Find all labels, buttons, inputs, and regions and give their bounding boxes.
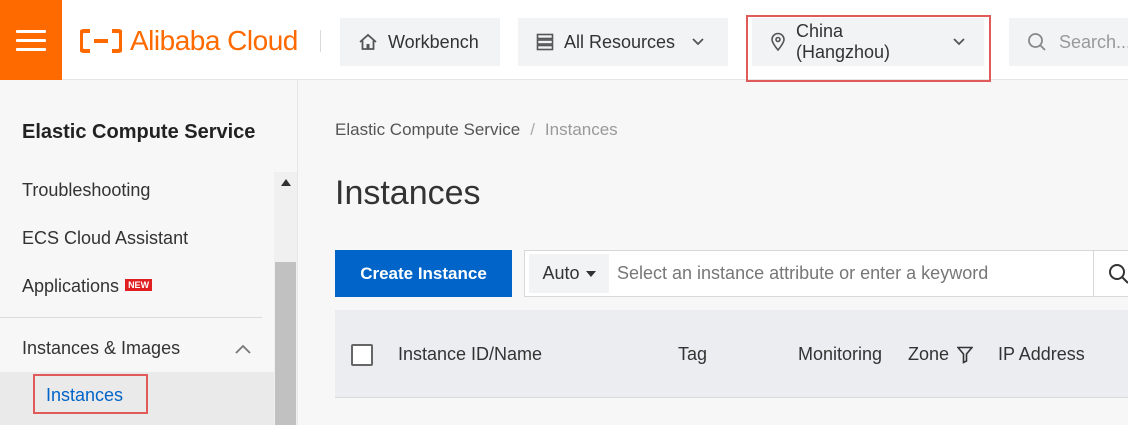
column-instance-id-name[interactable]: Instance ID/Name bbox=[398, 344, 542, 365]
create-instance-button[interactable]: Create Instance bbox=[335, 250, 512, 297]
caret-down-icon bbox=[585, 270, 596, 277]
page-title: Instances bbox=[335, 174, 481, 212]
sidebar: Elastic Compute Service Troubleshooting … bbox=[0, 80, 298, 425]
sidebar-item-label: Troubleshooting bbox=[22, 180, 151, 200]
filter-funnel-icon[interactable] bbox=[957, 346, 974, 364]
filter-mode-label: Auto bbox=[542, 263, 580, 283]
sidebar-item-label: Applications bbox=[22, 276, 120, 296]
filter-search-button[interactable] bbox=[1093, 251, 1128, 296]
breadcrumb-ecs[interactable]: Elastic Compute Service bbox=[335, 120, 520, 140]
main-content: Elastic Compute Service / Instances Inst… bbox=[299, 80, 1128, 425]
region-label: China (Hangzhou) bbox=[796, 21, 891, 62]
column-zone[interactable]: Zone bbox=[908, 344, 974, 365]
column-label: Zone bbox=[908, 344, 950, 364]
sidebar-item-troubleshooting[interactable]: Troubleshooting bbox=[22, 180, 150, 201]
chevron-up-icon bbox=[235, 344, 251, 354]
column-label: IP Address bbox=[998, 344, 1085, 364]
logo-text: Alibaba Cloud bbox=[130, 25, 298, 56]
search-icon bbox=[1108, 263, 1128, 284]
sidebar-item-ecs-cloud-assistant[interactable]: ECS Cloud Assistant bbox=[22, 228, 188, 249]
global-search[interactable]: Search... bbox=[1009, 18, 1128, 66]
sidebar-group-instances-images[interactable]: Instances & Images bbox=[22, 338, 252, 359]
breadcrumb-instances: Instances bbox=[544, 120, 618, 139]
select-all-checkbox[interactable] bbox=[351, 344, 373, 366]
hamburger-menu-icon[interactable] bbox=[0, 0, 62, 80]
filter-mode-dropdown[interactable]: Auto bbox=[529, 254, 609, 293]
instance-filter-bar: Auto bbox=[524, 250, 1128, 297]
chevron-down-icon bbox=[692, 38, 704, 46]
sidebar-item-applications[interactable]: Applications NEW bbox=[22, 276, 153, 297]
home-icon bbox=[359, 33, 377, 50]
sidebar-group-label: Instances & Images bbox=[22, 338, 181, 358]
scroll-up-arrow-icon[interactable] bbox=[274, 172, 297, 192]
sidebar-item-instances[interactable]: Instances bbox=[46, 385, 123, 406]
chevron-down-icon bbox=[953, 38, 965, 46]
column-label: Instance ID/Name bbox=[398, 344, 543, 364]
region-selector[interactable]: China (Hangzhou) bbox=[752, 18, 984, 66]
top-bar: Alibaba Cloud Workbench All Resources Ch… bbox=[0, 0, 1128, 82]
all-resources-dropdown[interactable]: All Resources bbox=[518, 18, 728, 66]
sidebar-scroll-thumb[interactable] bbox=[275, 262, 296, 425]
new-badge: NEW bbox=[125, 279, 153, 292]
column-ip-address[interactable]: IP Address bbox=[998, 344, 1085, 365]
alibaba-logo-icon bbox=[80, 29, 122, 53]
column-tag[interactable]: Tag bbox=[678, 344, 707, 365]
location-pin-icon bbox=[771, 32, 785, 52]
sidebar-active-row bbox=[0, 372, 274, 425]
global-search-placeholder: Search... bbox=[1059, 31, 1128, 52]
workbench-button[interactable]: Workbench bbox=[340, 18, 500, 66]
alibaba-cloud-logo[interactable]: Alibaba Cloud bbox=[80, 25, 298, 57]
breadcrumb-separator: / bbox=[530, 120, 535, 139]
instance-search-input[interactable] bbox=[617, 263, 1097, 284]
column-label: Monitoring bbox=[798, 344, 883, 364]
server-stack-icon bbox=[536, 33, 554, 51]
column-monitoring[interactable]: Monitoring bbox=[798, 344, 882, 365]
search-icon bbox=[1028, 33, 1046, 51]
column-label: Tag bbox=[678, 344, 708, 364]
all-resources-label: All Resources bbox=[564, 31, 676, 52]
sidebar-divider bbox=[0, 317, 262, 318]
sidebar-item-label: ECS Cloud Assistant bbox=[22, 228, 189, 248]
instances-table-header: Instance ID/Name Tag Monitoring Zone IP … bbox=[335, 310, 1128, 398]
sidebar-title: Elastic Compute Service bbox=[22, 121, 256, 143]
breadcrumb: Elastic Compute Service / Instances bbox=[335, 120, 618, 140]
workbench-label: Workbench bbox=[388, 31, 479, 52]
header-divider bbox=[320, 30, 321, 52]
